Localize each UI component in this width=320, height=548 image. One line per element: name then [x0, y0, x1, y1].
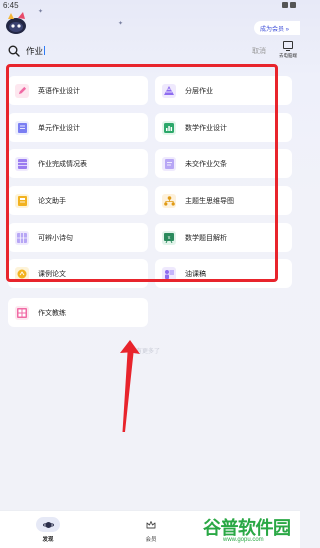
- board-icon: π: [162, 230, 176, 245]
- monitor-icon: [283, 41, 293, 51]
- table-icon: [15, 156, 29, 171]
- status-bar: 6:45: [0, 0, 300, 12]
- card-layered-homework[interactable]: 分层作业: [155, 76, 292, 105]
- document-icon: [15, 120, 29, 135]
- nav-member[interactable]: 会员: [121, 517, 181, 543]
- card-label: 主题生思维导图: [185, 197, 234, 205]
- sparkle-icon: ✦: [38, 9, 44, 15]
- card-label: 作业完成情况表: [38, 160, 87, 168]
- card-label: 单元作业设计: [38, 124, 80, 132]
- card-label: 可辨小诗句: [38, 234, 73, 242]
- go-to-pc-button[interactable]: 去电脑端: [277, 41, 299, 59]
- note-icon: [162, 156, 176, 171]
- card-label: 油课稿: [185, 270, 206, 278]
- planet-icon: [36, 517, 60, 532]
- svg-text:π: π: [168, 236, 171, 241]
- pc-button-label: 去电脑端: [279, 53, 297, 58]
- search-input-value: 作业: [26, 46, 44, 56]
- nav-member-label: 会员: [145, 537, 157, 543]
- card-label: 作文教练: [38, 309, 66, 317]
- card-math-homework[interactable]: 数学作业设计: [155, 113, 292, 142]
- teacher-icon: [162, 266, 176, 281]
- search-icon: [8, 45, 20, 57]
- battery-icon: [290, 2, 296, 8]
- card-mind-map[interactable]: 主题生思维导图: [155, 186, 292, 215]
- mindmap-icon: [162, 193, 176, 208]
- card-label: 论文助手: [38, 197, 66, 205]
- card-essay-coach[interactable]: 作文教练: [8, 298, 148, 327]
- card-english-homework[interactable]: 英语作业设计: [8, 76, 148, 105]
- signal-icon: [282, 2, 288, 8]
- card-label: 数学题目解析: [185, 234, 227, 242]
- card-lecture-script[interactable]: 油课稿: [155, 259, 292, 288]
- search-input[interactable]: 作业: [26, 45, 46, 57]
- card-label: 分层作业: [185, 87, 213, 95]
- arrow-annotation-icon: [120, 340, 140, 432]
- hand-icon: [15, 266, 29, 281]
- grid-icon: [15, 230, 29, 245]
- essay-icon: [15, 305, 29, 320]
- chart-icon: [162, 120, 176, 135]
- card-lesson-paper[interactable]: 课例论文: [8, 259, 148, 288]
- paper-icon: [15, 193, 29, 208]
- system-icons: [282, 2, 296, 8]
- card-completion-table[interactable]: 作业完成情况表: [8, 149, 148, 178]
- card-unit-homework[interactable]: 单元作业设计: [8, 113, 148, 142]
- crown-icon: [139, 517, 163, 532]
- card-paper-assistant[interactable]: 论文助手: [8, 186, 148, 215]
- card-missing-homework-note[interactable]: 未交作业欠条: [155, 149, 292, 178]
- nav-discover[interactable]: 发现: [18, 517, 78, 543]
- card-label: 数学作业设计: [185, 124, 227, 132]
- pyramid-icon: [162, 83, 176, 98]
- nav-discover-label: 发现: [42, 537, 54, 543]
- card-label: 未交作业欠条: [185, 160, 227, 168]
- cancel-button[interactable]: 取消: [252, 46, 266, 56]
- mascot-logo-icon: [6, 12, 26, 34]
- watermark-url: www.gopu.com: [223, 537, 264, 543]
- card-label: 英语作业设计: [38, 87, 80, 95]
- search-bar: 作业 取消: [8, 44, 276, 60]
- card-math-analysis[interactable]: π 数学题目解析: [155, 223, 292, 252]
- become-member-button[interactable]: 成为会员 »: [254, 21, 300, 35]
- sparkle-icon: ✦: [118, 21, 124, 27]
- card-poem[interactable]: 可辨小诗句: [8, 223, 148, 252]
- text-cursor: [44, 46, 46, 55]
- pencil-icon: [15, 83, 29, 98]
- card-label: 课例论文: [38, 270, 66, 278]
